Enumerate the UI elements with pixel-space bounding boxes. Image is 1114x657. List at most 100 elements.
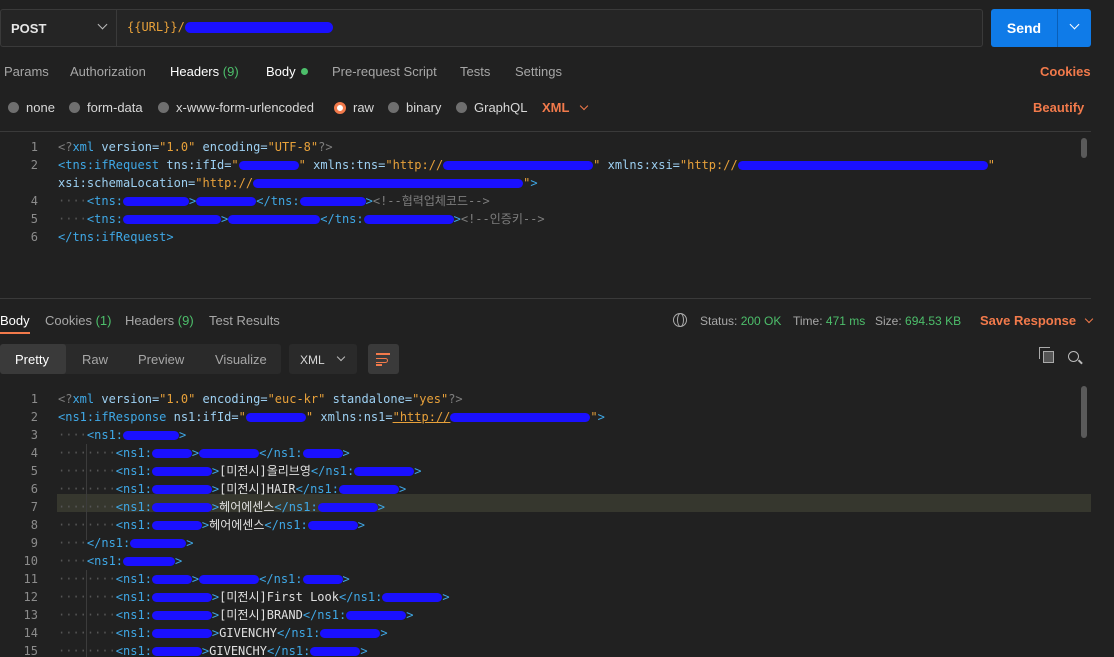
copy-icon[interactable] xyxy=(1039,347,1054,363)
view-visualize[interactable]: Visualize xyxy=(215,352,267,367)
radio-icon xyxy=(69,102,80,113)
radio-graphql-label: GraphQL xyxy=(474,100,528,115)
tab-tests[interactable]: Tests xyxy=(460,64,490,79)
code-line: 7 ········<ns1: >헤어에센스</ns1: > xyxy=(0,498,605,516)
tab-headers-label: Headers xyxy=(170,64,220,79)
tab-settings[interactable]: Settings xyxy=(515,64,562,79)
line-number: 4 xyxy=(30,446,38,460)
line-number: 5 xyxy=(30,212,38,226)
code-line: 13 ········<ns1: >[미전시]BRAND</ns1: > xyxy=(0,606,605,624)
url-input[interactable]: {{URL}}/ xyxy=(127,20,333,34)
size-label: Size: xyxy=(875,314,902,328)
chevron-down-icon xyxy=(97,19,108,30)
search-icon[interactable] xyxy=(1068,351,1079,362)
radio-form-data-label: form-data xyxy=(87,100,143,115)
tab-headers-count: (9) xyxy=(222,64,239,79)
radio-graphql[interactable]: GraphQL xyxy=(456,100,527,115)
view-raw[interactable]: Raw xyxy=(82,352,108,367)
chevron-down-icon xyxy=(580,101,589,111)
send-button[interactable]: Send xyxy=(991,9,1091,47)
request-body-editor[interactable]: 1 <?xml version="1.0" encoding="UTF-8"?> … xyxy=(0,131,1091,299)
radio-binary-label: binary xyxy=(406,100,442,115)
radio-raw[interactable]: raw xyxy=(334,100,374,115)
wrap-lines-button[interactable] xyxy=(368,344,399,374)
resp-tab-test-results[interactable]: Test Results xyxy=(209,313,280,328)
response-viewer-scrollbar[interactable] xyxy=(1081,386,1087,438)
tab-params[interactable]: Params xyxy=(4,64,49,79)
line-number: 8 xyxy=(30,518,38,532)
response-body-viewer[interactable]: 1 <?xml version="1.0" encoding="euc-kr" s… xyxy=(0,384,1091,657)
radio-raw-label: raw xyxy=(353,100,374,115)
tab-prerequest-script[interactable]: Pre-request Script xyxy=(332,64,437,79)
resp-tab-indicator xyxy=(0,332,30,334)
resp-tab-body[interactable]: Body xyxy=(0,313,30,328)
code-line: 5 ········<ns1: >[미전시]올리브영</ns1: > xyxy=(0,462,605,480)
line-number: 7 xyxy=(30,500,38,514)
code-line: 9 ····</ns1: > xyxy=(0,534,605,552)
line-number: 10 xyxy=(23,554,38,568)
method-select[interactable]: POST xyxy=(1,10,117,46)
radio-binary[interactable]: binary xyxy=(388,100,441,115)
status-info: Status: 200 OK xyxy=(700,314,781,328)
code-line: xsi:schemaLocation="http://"> xyxy=(58,176,538,190)
chevron-down-icon xyxy=(336,352,346,362)
code-line: 5 ····<tns: > </tns: ><!--인증키--> xyxy=(0,210,995,228)
line-number: 4 xyxy=(30,194,38,208)
cookies-link[interactable]: Cookies xyxy=(1040,64,1091,79)
send-label: Send xyxy=(1006,20,1042,36)
resp-headers-count: (9) xyxy=(177,313,194,328)
redacted-mark xyxy=(184,22,333,33)
code-line: 15 ········<ns1: >GIVENCHY</ns1: > xyxy=(0,642,605,657)
line-number: 6 xyxy=(30,482,38,496)
radio-urlencoded-label: x-www-form-urlencoded xyxy=(176,100,314,115)
tab-body[interactable]: Body xyxy=(266,64,308,79)
body-format-select[interactable]: XML xyxy=(542,100,589,115)
line-number: 5 xyxy=(30,464,38,478)
code-line: 2 <tns:ifRequest tns:ifId=" " xmlns:tns="h… xyxy=(0,156,995,174)
code-line: 4 ········<ns1: > </ns1: > xyxy=(0,444,605,462)
chevron-down-icon[interactable] xyxy=(1069,19,1080,30)
code-line: 3 ····<ns1: > xyxy=(0,426,605,444)
resp-tab-cookies[interactable]: Cookies (1) xyxy=(45,313,111,328)
size-value: 694.53 KB xyxy=(905,314,962,328)
code-line: 11 ········<ns1: > </ns1: > xyxy=(0,570,605,588)
line-number: 3 xyxy=(30,428,38,442)
line-number: 12 xyxy=(23,590,38,604)
response-code: 1 <?xml version="1.0" encoding="euc-kr" s… xyxy=(0,390,605,657)
code-line: 1 <?xml version="1.0" encoding="euc-kr" s… xyxy=(0,390,605,408)
code-line: 1 <?xml version="1.0" encoding="UTF-8"?> xyxy=(0,138,995,156)
save-response-button[interactable]: Save Response xyxy=(980,313,1094,328)
view-preview[interactable]: Preview xyxy=(138,352,184,367)
time-info: Time: 471 ms xyxy=(793,314,865,328)
globe-icon[interactable] xyxy=(673,313,687,327)
line-number: 14 xyxy=(23,626,38,640)
request-editor-scrollbar[interactable] xyxy=(1081,138,1087,158)
code-line: 4 ····<tns: > </tns: ><!--협력업체코드--> xyxy=(0,192,995,210)
tab-headers[interactable]: Headers (9) xyxy=(170,64,239,79)
radio-none-label: none xyxy=(26,100,55,115)
code-line: 14 ········<ns1: >GIVENCHY</ns1: > xyxy=(0,624,605,642)
view-pretty[interactable]: Pretty xyxy=(15,352,49,367)
radio-icon xyxy=(8,102,19,113)
response-format-select[interactable]: XML xyxy=(289,344,357,374)
radio-urlencoded[interactable]: x-www-form-urlencoded xyxy=(158,100,314,115)
code-line: 12 ········<ns1: >[미전시]First Look</ns1: > xyxy=(0,588,605,606)
body-format-label: XML xyxy=(542,100,570,115)
line-number: 15 xyxy=(23,644,38,657)
resp-tab-headers[interactable]: Headers (9) xyxy=(125,313,194,328)
chevron-down-icon xyxy=(1084,314,1094,324)
code-line: 10 ····<ns1: > xyxy=(0,552,605,570)
radio-icon xyxy=(158,102,169,113)
beautify-button[interactable]: Beautify xyxy=(1033,100,1084,115)
line-number: 6 xyxy=(30,230,38,244)
code-line: 8 ········<ns1: >헤어에센스</ns1: > xyxy=(0,516,605,534)
size-info: Size: 694.53 KB xyxy=(875,314,961,328)
send-divider xyxy=(1057,9,1058,47)
line-number: 1 xyxy=(30,140,38,154)
line-number: 1 xyxy=(30,392,38,406)
tab-authorization[interactable]: Authorization xyxy=(70,64,146,79)
url-value: {{URL}}/ xyxy=(127,20,185,34)
radio-icon xyxy=(456,102,467,113)
radio-none[interactable]: none xyxy=(8,100,55,115)
radio-form-data[interactable]: form-data xyxy=(69,100,143,115)
